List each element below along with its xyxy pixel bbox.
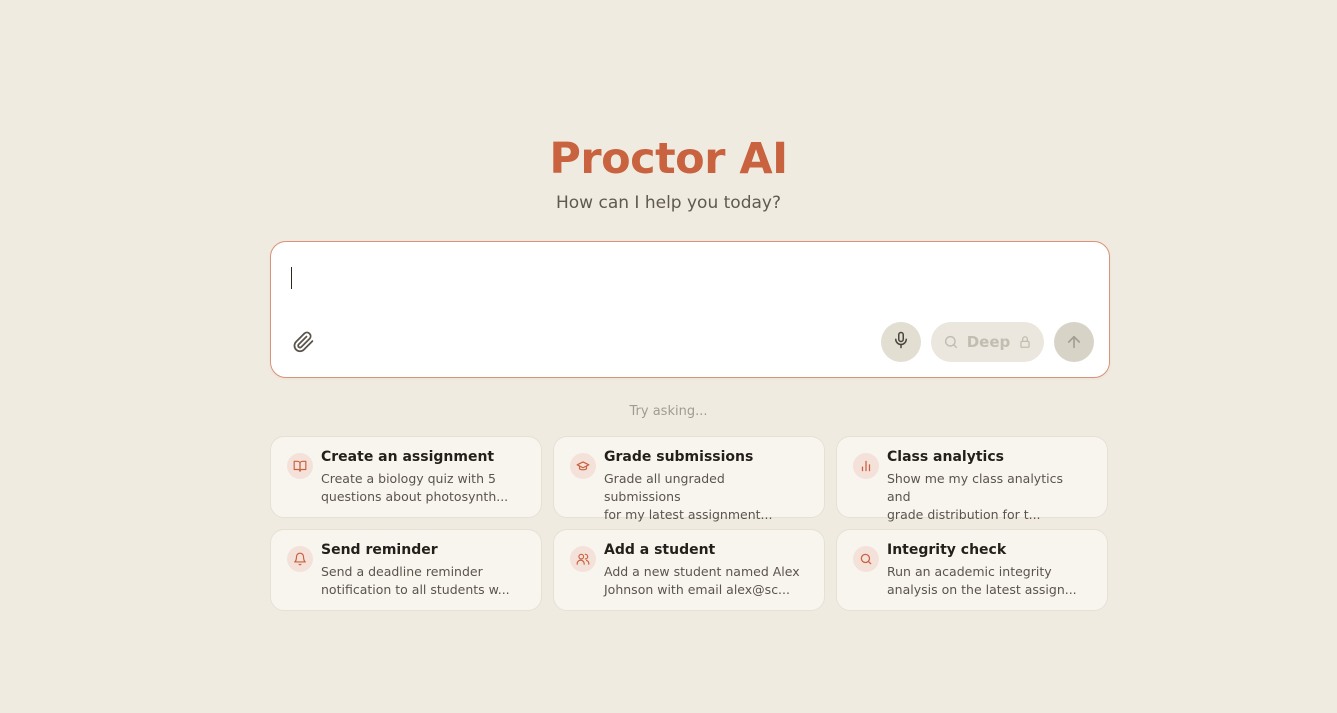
microphone-icon [892, 331, 910, 353]
suggestion-title: Grade submissions [604, 449, 754, 465]
users-icon [570, 546, 596, 572]
suggestion-title: Integrity check [887, 542, 1007, 558]
deep-search-button[interactable]: Deep [931, 322, 1044, 362]
suggestions-heading: Try asking... [629, 404, 708, 419]
app-title: Proctor AI [549, 134, 788, 184]
search-icon [943, 334, 959, 350]
hero: Proctor AI How can I help you today? [0, 133, 1337, 215]
paperclip-icon[interactable] [291, 330, 315, 354]
arrow-up-icon [1065, 333, 1083, 351]
suggestion-card-send-reminder[interactable]: Send reminder Send a deadline reminder n… [270, 529, 542, 611]
suggestion-description: Send a deadline reminder notification to… [321, 564, 510, 597]
suggestion-card-class-analytics[interactable]: Class analytics Show me my class analyti… [836, 436, 1108, 522]
suggestion-title: Send reminder [321, 542, 438, 558]
suggestion-description: Show me my class analytics and grade dis… [887, 471, 1063, 522]
deep-label: Deep [966, 333, 1011, 351]
book-open-icon [287, 453, 313, 479]
suggestion-title: Class analytics [887, 449, 1004, 465]
suggestion-card-add-student[interactable]: Add a student Add a new student named Al… [553, 529, 825, 611]
lock-icon [1018, 335, 1032, 349]
search-icon [853, 546, 879, 572]
suggestion-description: Grade all ungraded submissions for my la… [604, 471, 773, 522]
suggestion-description: Run an academic integrity analysis on th… [887, 564, 1077, 597]
bar-chart-icon [853, 453, 879, 479]
subtitle: How can I help you today? [555, 193, 781, 213]
suggestion-card-integrity-check[interactable]: Integrity check Run an academic integrit… [836, 529, 1108, 611]
chat-composer[interactable]: Deep [270, 241, 1110, 378]
suggestion-card-create-assignment[interactable]: Create an assignment Create a biology qu… [270, 436, 542, 518]
suggestion-description: Add a new student named Alex Johnson wit… [604, 564, 800, 597]
send-button[interactable] [1054, 322, 1094, 362]
microphone-button[interactable] [881, 322, 921, 362]
text-cursor [291, 267, 292, 289]
suggestion-title: Create an assignment [321, 449, 495, 465]
graduation-cap-icon [570, 453, 596, 479]
suggestion-grid: Create an assignment Create a biology qu… [270, 436, 1110, 611]
suggestion-description: Create a biology quiz with 5 questions a… [321, 471, 509, 504]
suggestion-title: Add a student [604, 542, 716, 558]
bell-icon [287, 546, 313, 572]
suggestion-card-grade-submissions[interactable]: Grade submissions Grade all ungraded sub… [553, 436, 825, 522]
